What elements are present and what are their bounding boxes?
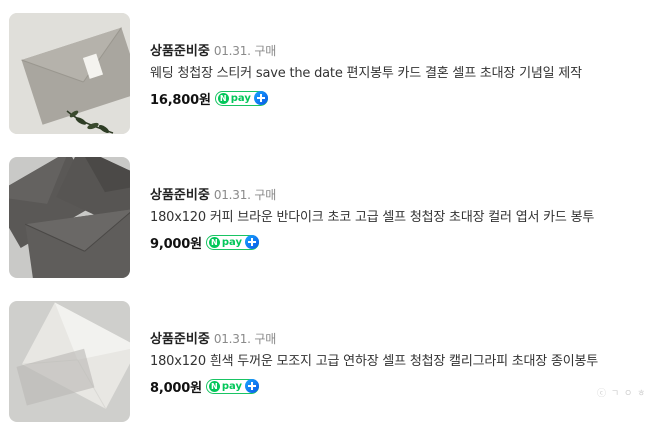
status-line: 상품준비중 01.31. 구매 — [150, 329, 660, 347]
product-price: 16,800원 — [150, 92, 211, 108]
envelope-photo — [9, 13, 130, 134]
product-title[interactable]: 180x120 흰색 두꺼운 모조지 고급 연하장 셀프 청첩장 캘리그라피 초… — [150, 353, 660, 371]
product-title[interactable]: 180x120 커피 브라운 반다이크 초코 고급 셀프 청첩장 초대장 컬러 … — [150, 209, 660, 227]
product-thumbnail[interactable] — [9, 157, 130, 278]
order-item[interactable]: 상품준비중 01.31. 구매 웨딩 청첩장 스티커 save the date … — [9, 13, 660, 134]
order-item[interactable]: 상품준비중 01.31. 구매 180x120 흰색 두꺼운 모조지 고급 연하장… — [9, 301, 660, 422]
price-line: 16,800원 N pay — [150, 89, 660, 108]
price-line: 8,000원 N pay — [150, 377, 660, 396]
npay-label: pay — [230, 92, 251, 104]
npay-label: pay — [221, 236, 243, 248]
status-line: 상품준비중 01.31. 구매 — [150, 185, 660, 203]
product-price: 8,000원 — [150, 380, 202, 396]
envelope-photo — [9, 157, 130, 278]
order-status: 상품준비중 — [150, 188, 210, 203]
npay-n-icon: N — [208, 236, 220, 248]
order-status: 상품준비중 — [150, 332, 210, 347]
watermark: ⓒ ㄱ ㅇ ㅎ — [597, 389, 647, 399]
npay-n-icon: N — [208, 380, 220, 392]
plus-icon — [245, 379, 260, 393]
order-info: 상품준비중 01.31. 구매 웨딩 청첩장 스티커 save the date … — [150, 41, 660, 108]
product-thumbnail[interactable] — [9, 13, 130, 134]
npay-badge[interactable]: N pay — [214, 90, 268, 106]
order-list: 상품준비중 01.31. 구매 웨딩 청첩장 스티커 save the date … — [0, 0, 660, 438]
order-item[interactable]: 상품준비중 01.31. 구매 180x120 커피 브라운 반다이크 초코 고급… — [9, 157, 660, 278]
status-line: 상품준비중 01.31. 구매 — [150, 41, 660, 59]
product-thumbnail[interactable] — [9, 301, 130, 422]
envelope-photo — [9, 301, 130, 422]
plus-icon — [245, 235, 260, 249]
npay-n-icon: N — [217, 92, 229, 104]
product-price: 9,000원 — [150, 236, 202, 252]
purchase-date: 01.31. 구매 — [213, 188, 277, 202]
product-title[interactable]: 웨딩 청첩장 스티커 save the date 편지봉투 카드 결혼 셀프 초… — [150, 65, 660, 83]
npay-badge[interactable]: N pay — [205, 234, 260, 250]
npay-label: pay — [221, 380, 243, 392]
price-line: 9,000원 N pay — [150, 233, 660, 252]
order-info: 상품준비중 01.31. 구매 180x120 커피 브라운 반다이크 초코 고급… — [150, 185, 660, 252]
npay-badge[interactable]: N pay — [205, 378, 260, 394]
order-info: 상품준비중 01.31. 구매 180x120 흰색 두꺼운 모조지 고급 연하장… — [150, 329, 660, 396]
purchase-date: 01.31. 구매 — [213, 332, 277, 346]
order-status: 상품준비중 — [150, 44, 210, 59]
plus-icon — [253, 91, 268, 105]
purchase-date: 01.31. 구매 — [213, 44, 277, 58]
